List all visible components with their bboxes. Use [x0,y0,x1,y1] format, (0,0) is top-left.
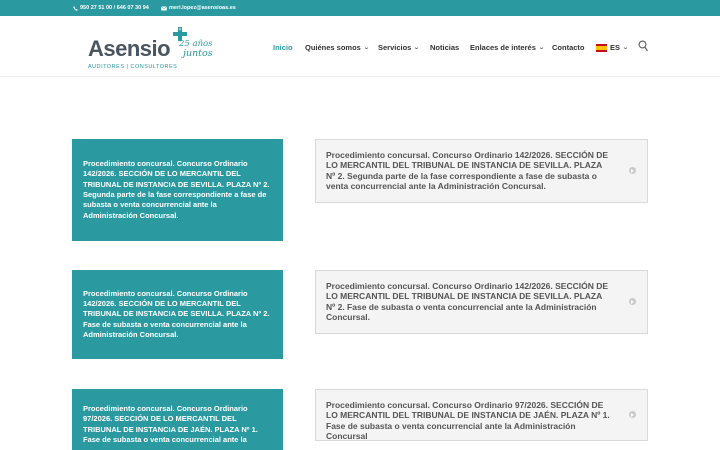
toggle-item[interactable]: Procedimiento concursal. Concurso Ordina… [315,389,648,441]
search-icon[interactable] [638,40,648,52]
nav-item-servicios[interactable]: Servicios ⌄ [378,43,421,52]
nav-item-label: Contacto [552,43,585,52]
nav-item-quienes-somos[interactable]: Quiénes somos ⌄ [305,43,370,52]
toggle-title: Procedimiento concursal. Concurso Ordina… [326,150,608,191]
toggle-title: Procedimiento concursal. Concurso Ordina… [326,400,610,441]
toggle-arrow-icon[interactable] [629,167,636,174]
nav-item-label: Enlaces de interés [470,43,536,52]
language-label: ES [610,43,621,52]
chevron-down-icon: ⌄ [622,45,629,51]
blurb-card[interactable]: Procedimiento concursal. Concurso Ordina… [72,270,283,359]
chevron-down-icon: ⌄ [538,45,545,51]
envelope-icon [161,5,167,10]
blurb-text: Procedimiento concursal. Concurso Ordina… [83,288,270,339]
phone-contact[interactable]: 950 27 51 00 / 646 07 30 94 [73,5,149,11]
blurb-card[interactable]: Procedimiento concursal. Concurso Ordina… [72,389,283,450]
phone-icon [73,5,78,11]
email-address: meri.lopez@asensioas.es [169,5,236,11]
toggle-arrow-icon[interactable] [629,411,636,418]
chevron-down-icon: ⌄ [363,45,370,51]
language-selector[interactable]: ES ⌄ [596,43,629,52]
toggle-title: Procedimiento concursal. Concurso Ordina… [326,281,608,322]
chevron-down-icon: ⌄ [413,45,421,51]
top-info-bar: 950 27 51 00 / 646 07 30 94 meri.lopez@a… [0,0,720,16]
logo-tagline: AUDITORES | CONSULTORES [88,64,178,70]
email-contact[interactable]: meri.lopez@asensioas.es [161,5,236,11]
nav-item-enlaces[interactable]: Enlaces de interés ⌄ [470,43,545,52]
main-nav: Inicio Quiénes somos ⌄ Servicios ⌄ Notic… [0,43,720,55]
nav-item-label: Quiénes somos [305,43,361,52]
nav-item-label: Noticias [430,43,460,52]
blurb-card[interactable]: Procedimiento concursal. Concurso Ordina… [72,139,283,241]
blurb-text: Procedimiento concursal. Concurso Ordina… [83,404,258,444]
toggle-item[interactable]: Procedimiento concursal. Concurso Ordina… [315,139,648,203]
blurb-text: Procedimiento concursal. Concurso Ordina… [83,159,270,220]
spain-flag-icon [596,43,607,52]
nav-item-inicio[interactable]: Inicio [273,43,293,52]
toggle-item[interactable]: Procedimiento concursal. Concurso Ordina… [315,270,648,334]
nav-item-label: Inicio [273,43,293,52]
site-header: Asensio 25 años juntos AUDITORES | CONSU… [0,16,720,77]
phone-number: 950 27 51 00 / 646 07 30 94 [80,5,149,11]
nav-item-contacto[interactable]: Contacto [552,43,585,52]
toggle-arrow-icon[interactable] [629,298,636,305]
nav-item-noticias[interactable]: Noticias [430,43,459,52]
nav-item-label: Servicios [378,43,412,52]
